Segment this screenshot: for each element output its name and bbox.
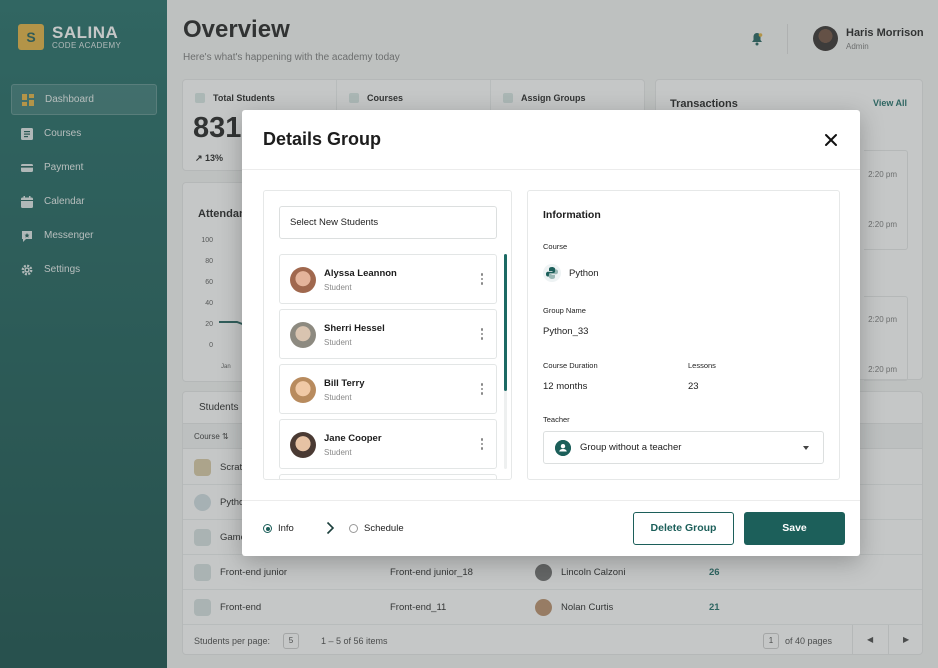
student-card[interactable]: Bill Terry Student [279,364,497,414]
student-role: Student [324,338,352,347]
student-role: Student [324,448,352,457]
chevron-down-icon [803,446,809,450]
radio-icon [349,524,358,533]
course-value: Python [569,268,599,279]
chevron-right-icon [326,521,335,535]
student-name: Bill Terry [324,378,365,389]
teacher-label: Teacher [543,415,570,424]
more-options-icon[interactable] [480,273,484,287]
radio-selected-icon [263,524,272,533]
student-role: Student [324,283,352,292]
lessons-value: 23 [688,381,699,392]
close-icon[interactable] [821,130,841,150]
student-card[interactable]: Sherri Hessel Student [279,309,497,359]
students-panel: Select New Students Alyssa Leannon Stude… [263,190,512,480]
course-duration-label: Course Duration [543,361,598,370]
more-options-icon[interactable] [480,383,484,397]
python-icon [543,264,561,282]
teacher-select[interactable]: Group without a teacher [543,431,824,464]
student-avatar [290,267,316,293]
student-card[interactable]: Jane Cooper Student [279,419,497,469]
group-name-label: Group Name [543,306,586,315]
student-role: Student [324,393,352,402]
student-name: Alyssa Leannon [324,268,397,279]
teacher-value: Group without a teacher [580,442,682,453]
student-avatar [290,322,316,348]
select-new-students-input[interactable]: Select New Students [279,206,497,239]
scrollbar-thumb[interactable] [504,254,507,391]
student-avatar [290,432,316,458]
group-name-value: Python_33 [543,326,589,337]
modal-title: Details Group [263,129,382,149]
more-options-icon[interactable] [480,328,484,342]
modal-divider [242,169,860,170]
more-options-icon[interactable] [480,438,484,452]
student-avatar [290,377,316,403]
user-icon [555,440,571,456]
details-group-modal: Details Group Select New Students Alyssa… [242,110,860,556]
lessons-label: Lessons [688,361,716,370]
information-panel: Information Course Python Group Name Pyt… [527,190,840,480]
save-button[interactable]: Save [744,512,845,545]
student-card[interactable]: Alyssa Leannon Student [279,254,497,304]
student-card[interactable] [279,474,497,479]
step-label: Schedule [364,523,404,534]
delete-group-button[interactable]: Delete Group [633,512,734,545]
course-label: Course [543,242,568,251]
course-duration-value: 12 months [543,381,588,392]
step-info[interactable]: Info [263,523,294,534]
modal-footer-divider [242,500,860,501]
student-name: Jane Cooper [324,433,382,444]
student-name: Sherri Hessel [324,323,385,334]
information-title: Information [543,209,601,221]
step-label: Info [278,523,294,534]
step-schedule[interactable]: Schedule [349,523,404,534]
